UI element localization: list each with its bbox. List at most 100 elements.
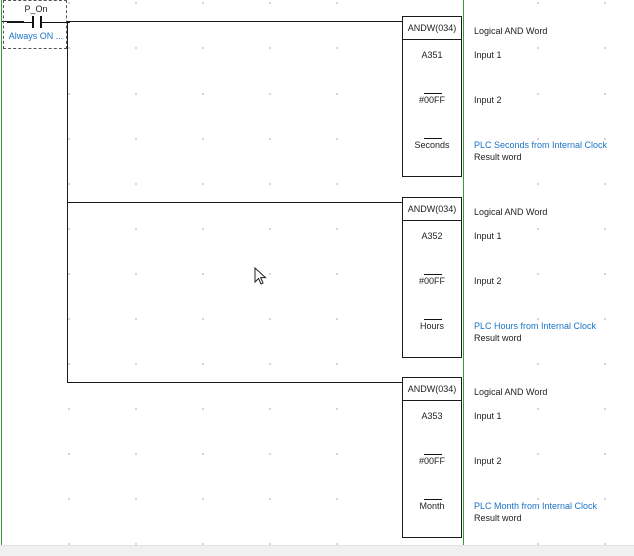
grid-dot (604, 498, 606, 500)
grid-dot (269, 183, 271, 185)
grid-dot (604, 93, 606, 95)
grid-dot (269, 47, 271, 49)
block-description: Logical AND Word (474, 207, 548, 217)
grid-dot (202, 47, 204, 49)
operand-overbar (424, 93, 442, 94)
grid-dot (68, 228, 70, 230)
grid-dot (68, 273, 70, 275)
andw-block-2[interactable]: ANDW(034) A352 #00FF Hours (402, 197, 462, 358)
grid-dot (537, 363, 539, 365)
operand-description: Result word (474, 513, 522, 523)
grid-dot (202, 453, 204, 455)
operand-description: Input 1 (474, 411, 502, 421)
operand-overbar (424, 138, 442, 139)
grid-dot (269, 453, 271, 455)
ladder-editor-canvas[interactable]: P_On Always ON ... ANDW(034) A351 #00FF … (0, 0, 634, 556)
operand-description: Input 1 (474, 231, 502, 241)
operand-result[interactable]: Hours (403, 321, 461, 331)
contact-name-label: P_On (24, 4, 48, 14)
operand-overbar (424, 499, 442, 500)
contact-p-on[interactable]: P_On Always ON ... (3, 0, 70, 49)
operand-input-1[interactable]: A352 (403, 231, 461, 241)
operand-description: Input 2 (474, 276, 502, 286)
grid-dot (336, 228, 338, 230)
grid-dot (68, 318, 70, 320)
grid-dot (135, 47, 137, 49)
grid-dot (269, 228, 271, 230)
grid-dot (336, 453, 338, 455)
grid-dot (336, 47, 338, 49)
grid-dot (202, 273, 204, 275)
grid-dot (336, 273, 338, 275)
operand-result[interactable]: Month (403, 501, 461, 511)
grid-dot (269, 2, 271, 4)
block-description: Logical AND Word (474, 387, 548, 397)
grid-dot (202, 363, 204, 365)
grid-dot (604, 363, 606, 365)
grid-dot (202, 138, 204, 140)
grid-dot (269, 138, 271, 140)
block-description: Logical AND Word (474, 26, 548, 36)
grid-dot (336, 408, 338, 410)
grid-dot (135, 228, 137, 230)
grid-dot (604, 183, 606, 185)
grid-dot (336, 2, 338, 4)
andw-block-1[interactable]: ANDW(034) A351 #00FF Seconds (402, 16, 462, 177)
instruction-name: ANDW(034) (403, 198, 461, 221)
operand-description: Result word (474, 152, 522, 162)
grid-dot (202, 93, 204, 95)
grid-dot (202, 318, 204, 320)
instruction-name: ANDW(034) (403, 17, 461, 40)
grid-dot (269, 273, 271, 275)
horizontal-scroll-area[interactable] (0, 545, 634, 556)
grid-dot (68, 138, 70, 140)
grid-dot (135, 318, 137, 320)
grid-dot (537, 2, 539, 4)
grid-dot (604, 408, 606, 410)
grid-dot (135, 498, 137, 500)
grid-dot (336, 93, 338, 95)
normally-open-contact-icon (7, 16, 70, 30)
grid-dot (269, 93, 271, 95)
grid-dot (336, 318, 338, 320)
operand-description: Input 2 (474, 95, 502, 105)
andw-block-3[interactable]: ANDW(034) A353 #00FF Month (402, 377, 462, 538)
grid-dot (604, 47, 606, 49)
grid-dot (135, 273, 137, 275)
grid-dot (604, 228, 606, 230)
operand-input-1[interactable]: A351 (403, 50, 461, 60)
grid-dot (135, 183, 137, 185)
operand-comment: PLC Month from Internal Clock (474, 501, 598, 511)
rung-wire-3 (67, 382, 402, 383)
grid-dot (537, 273, 539, 275)
grid-dot (269, 408, 271, 410)
grid-dot (68, 498, 70, 500)
grid-dot (68, 2, 70, 4)
grid-dot (68, 453, 70, 455)
operand-result[interactable]: Seconds (403, 140, 461, 150)
grid-dot (135, 408, 137, 410)
operand-overbar (424, 454, 442, 455)
grid-dot (604, 273, 606, 275)
grid-dot (135, 2, 137, 4)
grid-dot (269, 363, 271, 365)
operand-input-1[interactable]: A353 (403, 411, 461, 421)
operand-input-2[interactable]: #00FF (403, 456, 461, 466)
grid-dot (135, 93, 137, 95)
grid-dot (336, 183, 338, 185)
grid-dot (135, 363, 137, 365)
grid-dot (336, 498, 338, 500)
grid-dot (202, 183, 204, 185)
grid-dot (68, 183, 70, 185)
rung-wire-2 (67, 202, 402, 203)
grid-dot (68, 93, 70, 95)
grid-dot (269, 498, 271, 500)
grid-dot (68, 47, 70, 49)
grid-dot (202, 408, 204, 410)
grid-dot (537, 453, 539, 455)
operand-input-2[interactable]: #00FF (403, 95, 461, 105)
grid-dot (336, 363, 338, 365)
operand-description: Input 2 (474, 456, 502, 466)
grid-dot (604, 453, 606, 455)
operand-input-2[interactable]: #00FF (403, 276, 461, 286)
